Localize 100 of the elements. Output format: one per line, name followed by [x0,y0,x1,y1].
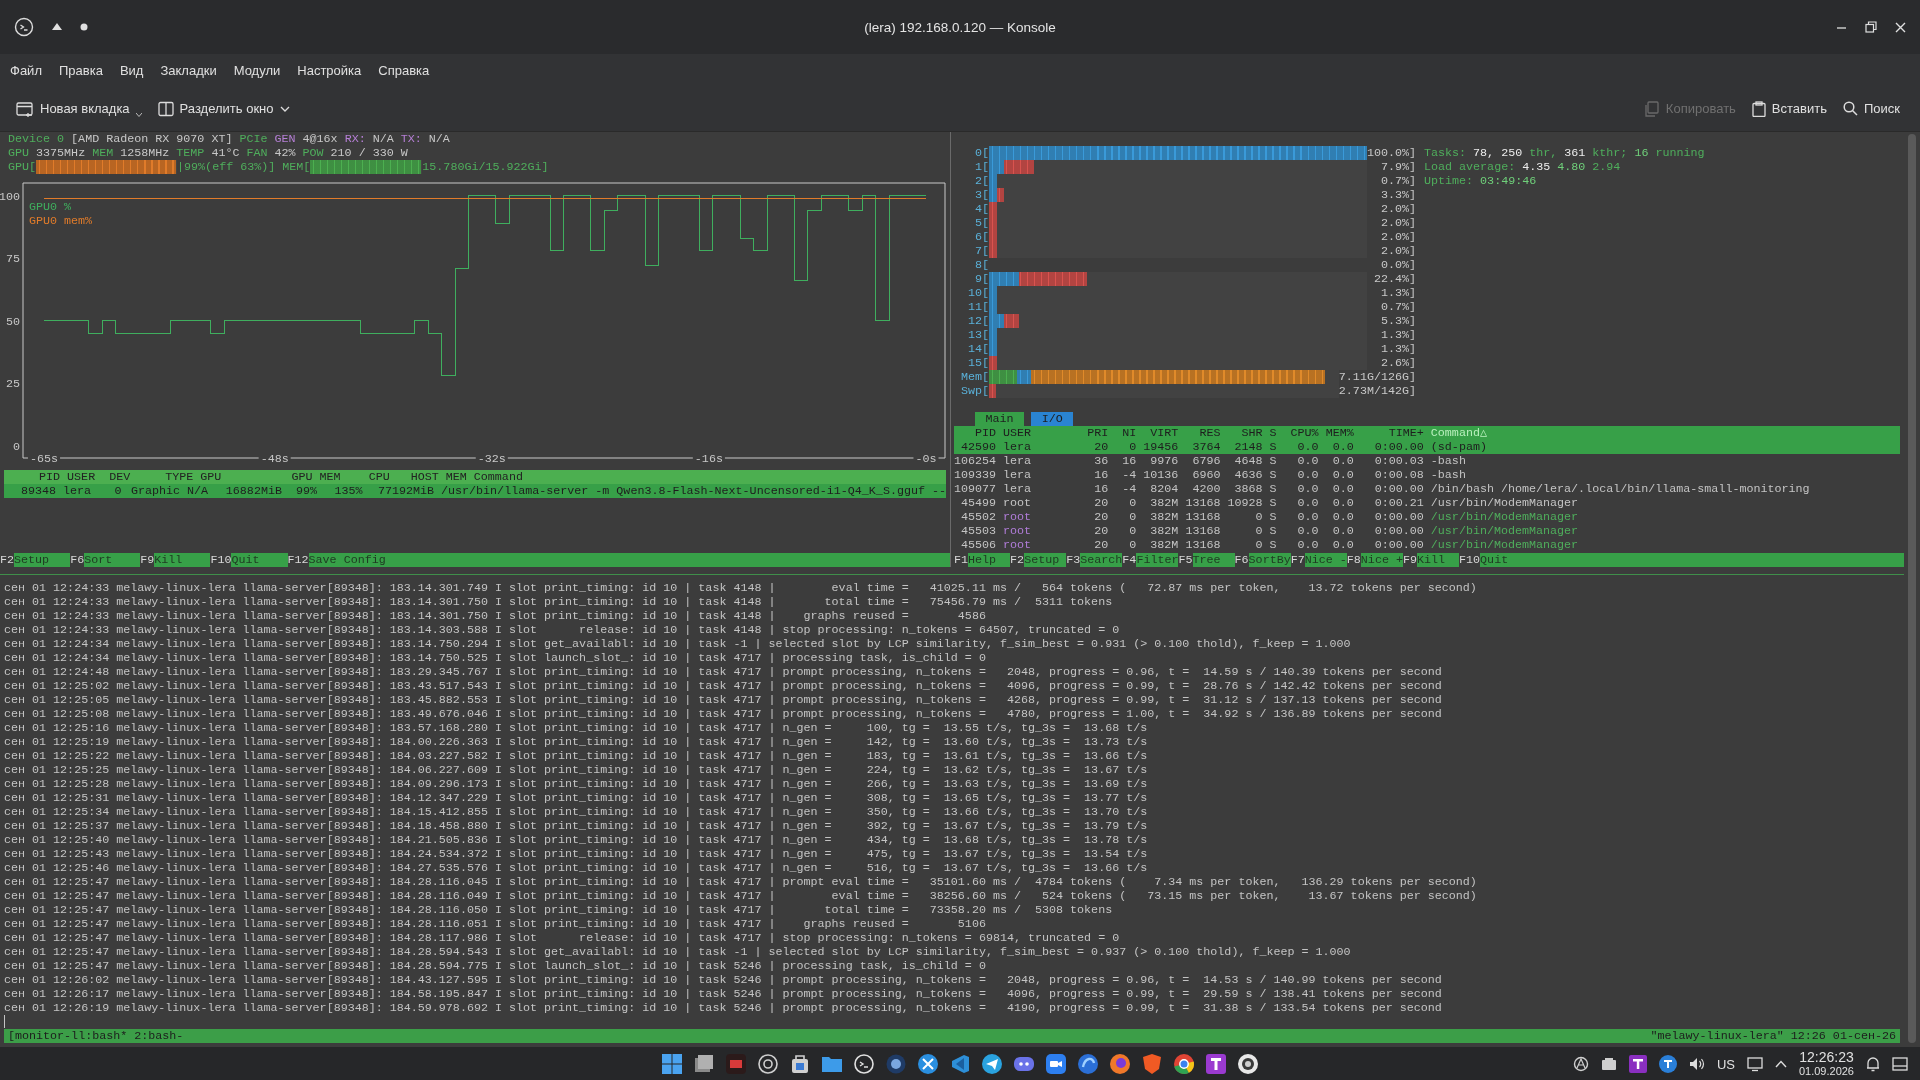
log-line: сен 01 12:24:33 melawy-linux-lera llama-server[89348]: 183.14.301.750 I slot print_timing: id 10 | task 4148 | graphs reused = 4586 [3,609,987,623]
column-header[interactable]: PID [4,470,61,484]
y-tick-label: 50 [5,314,20,329]
shield-icon[interactable] [1141,1053,1163,1075]
chevron-up-icon[interactable] [1774,1060,1787,1068]
restore-icon[interactable] [1865,21,1877,33]
table-cell-text: N/A [186,484,210,498]
column-header[interactable]: CPU% [1276,426,1319,440]
column-header[interactable]: RES [1178,426,1221,440]
column-header[interactable]: CPU [340,470,390,484]
fox-globe-icon[interactable] [1109,1053,1131,1075]
swirl-app-icon[interactable] [1077,1053,1099,1075]
process-row[interactable]: 45502 root 20 0 382M 13168 0 S 0.0 0.0 0:00.00 /usr/bin/ModemManager [954,510,1900,524]
menu-item[interactable]: Закладки [154,58,223,82]
toolbar-button[interactable]: Новая вкладка [10,96,148,121]
table-cell-text: S [1268,468,1277,482]
menu-item[interactable]: Справка [372,58,436,82]
column-header[interactable]: MEM% [1318,426,1354,440]
video-camera-icon[interactable] [1045,1053,1067,1075]
process-row[interactable]: 109077 lera 16 -4 8204 4200 3868 S 0.0 0.0 0:00.00 /bin/bash /home/lera/.local/bin/llama-small-monitoring [954,482,1900,496]
table-cell: 106254 [954,454,997,468]
tab[interactable]: Main [975,412,1025,426]
chevron-app-icon[interactable] [949,1053,971,1075]
log-line: сен 01 12:25:46 melawy-linux-lera llama-server[89348]: 184.27.535.576 I slot print_timing: id 10 | task 4717 | n_gen = 516, tg = 13.67 t/s, tg_3s = 13.66 t/s [3,861,1149,875]
table-cell-text: 6796 [1191,454,1221,468]
table-cell-text: 0:00.08 [1373,468,1424,482]
toolbar-button[interactable]: Разделить окно [151,96,296,121]
column-header[interactable]: GPU MEM [235,470,341,484]
column-header[interactable]: S [1262,426,1277,440]
ring-icon[interactable] [757,1053,779,1075]
keep-above-icon[interactable] [52,23,62,31]
process-row[interactable]: 109339 lera 16 -4 10136 6960 4636 S 0.0 0.0 0:00.08 -bash [954,468,1900,482]
stat-value: 4.35 [1522,160,1551,174]
column-header[interactable]: PRI [1073,426,1109,440]
dot-icon[interactable] [80,23,88,31]
bag-icon[interactable] [789,1053,811,1075]
column-header[interactable]: TYPE [130,470,194,484]
letter-tile-icon[interactable] [1205,1053,1227,1075]
clock-time[interactable]: 12:26:23 [1799,1050,1854,1064]
show-desktop-icon[interactable] [1892,1057,1908,1071]
close-icon[interactable] [1895,21,1906,33]
app-icon[interactable] [14,17,34,37]
process-row[interactable]: 42590 lera 20 0 19456 3764 2148 S 0.0 0.0 0:00.00 (sd-pam) [954,440,1900,454]
monitor-icon[interactable] [1746,1056,1763,1072]
cpu-label: 3[ [974,188,990,202]
column-header[interactable]: VIRT [1136,426,1179,440]
box-icon[interactable] [1600,1056,1617,1072]
toolbar-button[interactable]: Поиск [1836,97,1906,120]
terminal-ring-icon[interactable] [853,1053,875,1075]
table-cell-text: 20 [1093,538,1109,552]
column-header[interactable]: Command [466,470,946,484]
table-cell-text: 0:00.00 [1373,440,1424,454]
x-tick-label: -65s [29,452,59,466]
globe-icon[interactable] [885,1053,907,1075]
disc-icon[interactable] [1237,1053,1259,1075]
column-header[interactable]: HOST MEM [389,470,467,484]
menu-item[interactable]: Файл [4,58,48,82]
table-cell-text: 0 [1254,524,1263,538]
app-square-icon[interactable] [725,1053,747,1075]
process-row[interactable]: 45506 root 20 0 382M 13168 0 S 0.0 0.0 0:00.00 /usr/bin/ModemManager [954,538,1900,552]
cpu-label: 5[ [974,216,990,230]
table-cell-text: 0:00.00 [1373,524,1424,538]
process-row[interactable]: 89348 lera 0 Graphic N/A 16882MiB 99% 135% 77192MiB /usr/bin/llama-server -m Qwen3.8-Flash-Next-Uncensored-i1-Q4_K_S.gguf -- [4,484,946,498]
cpu-label: 11[ [967,300,990,314]
column-header[interactable]: USER [996,426,1074,440]
clock-date[interactable]: 01.09.2026 [1798,1064,1854,1078]
letter-tile-icon[interactable] [1628,1055,1647,1073]
stat-value: RX: [344,132,366,146]
table-cell-text: 16 [1093,468,1109,482]
column-header[interactable]: USER [60,470,103,484]
cpu-reading: 2.0%] [1379,202,1416,216]
cross-circle-icon[interactable] [917,1053,939,1075]
menu-item[interactable]: Вид [113,58,150,82]
process-row[interactable]: 106254 lera 36 16 9976 6796 4648 S 0.0 0.0 0:00.03 -bash [954,454,1900,468]
column-header[interactable]: SHR [1220,426,1263,440]
column-header[interactable]: NI [1108,426,1137,440]
keyboard-layout[interactable]: US [1716,1056,1735,1072]
process-row[interactable]: 45499 root 20 0 382M 13168 10928 S 0.0 0.0 0:00.21 /usr/bin/ModemManager [954,496,1900,510]
bell-icon[interactable] [1866,1056,1880,1072]
menu-item[interactable]: Модули [227,58,287,82]
grid-icon[interactable] [661,1053,683,1075]
tricolor-circle-icon[interactable] [1173,1053,1195,1075]
paper-plane-icon[interactable] [981,1053,1003,1075]
ring-icon[interactable] [1572,1056,1589,1072]
table-cell-text: 0:00.21 [1373,496,1424,510]
column-header[interactable]: DEV [102,470,131,484]
menu-item[interactable]: Правка [52,58,109,82]
process-row[interactable]: 45503 root 20 0 382M 13168 0 S 0.0 0.0 0:00.00 /usr/bin/ModemManager [954,524,1900,538]
column-header[interactable]: GPU [193,470,236,484]
menu-item[interactable]: Настройка [291,58,368,82]
speaker-icon[interactable] [1688,1056,1705,1072]
window-stack-icon[interactable] [693,1053,715,1075]
column-header[interactable]: PID [954,426,997,440]
log-line: сен 01 12:26:19 melawy-linux-lera llama-server[89348]: 184.59.978.692 I slot print_timing: id 10 | task 5246 | prompt processing, n_tokens = 4190, progress = 0.99, t = 31.38 s / 133.54 tokens per second [3,1001,1443,1015]
column-header[interactable]: TIME+ [1353,426,1424,440]
round-app-icon[interactable] [1658,1055,1677,1073]
tab[interactable]: I/O [1031,412,1074,426]
stat-label: running [1655,146,1705,160]
toolbar-button[interactable]: Вставить [1745,96,1833,121]
scrollbar[interactable] [1908,134,1916,1043]
